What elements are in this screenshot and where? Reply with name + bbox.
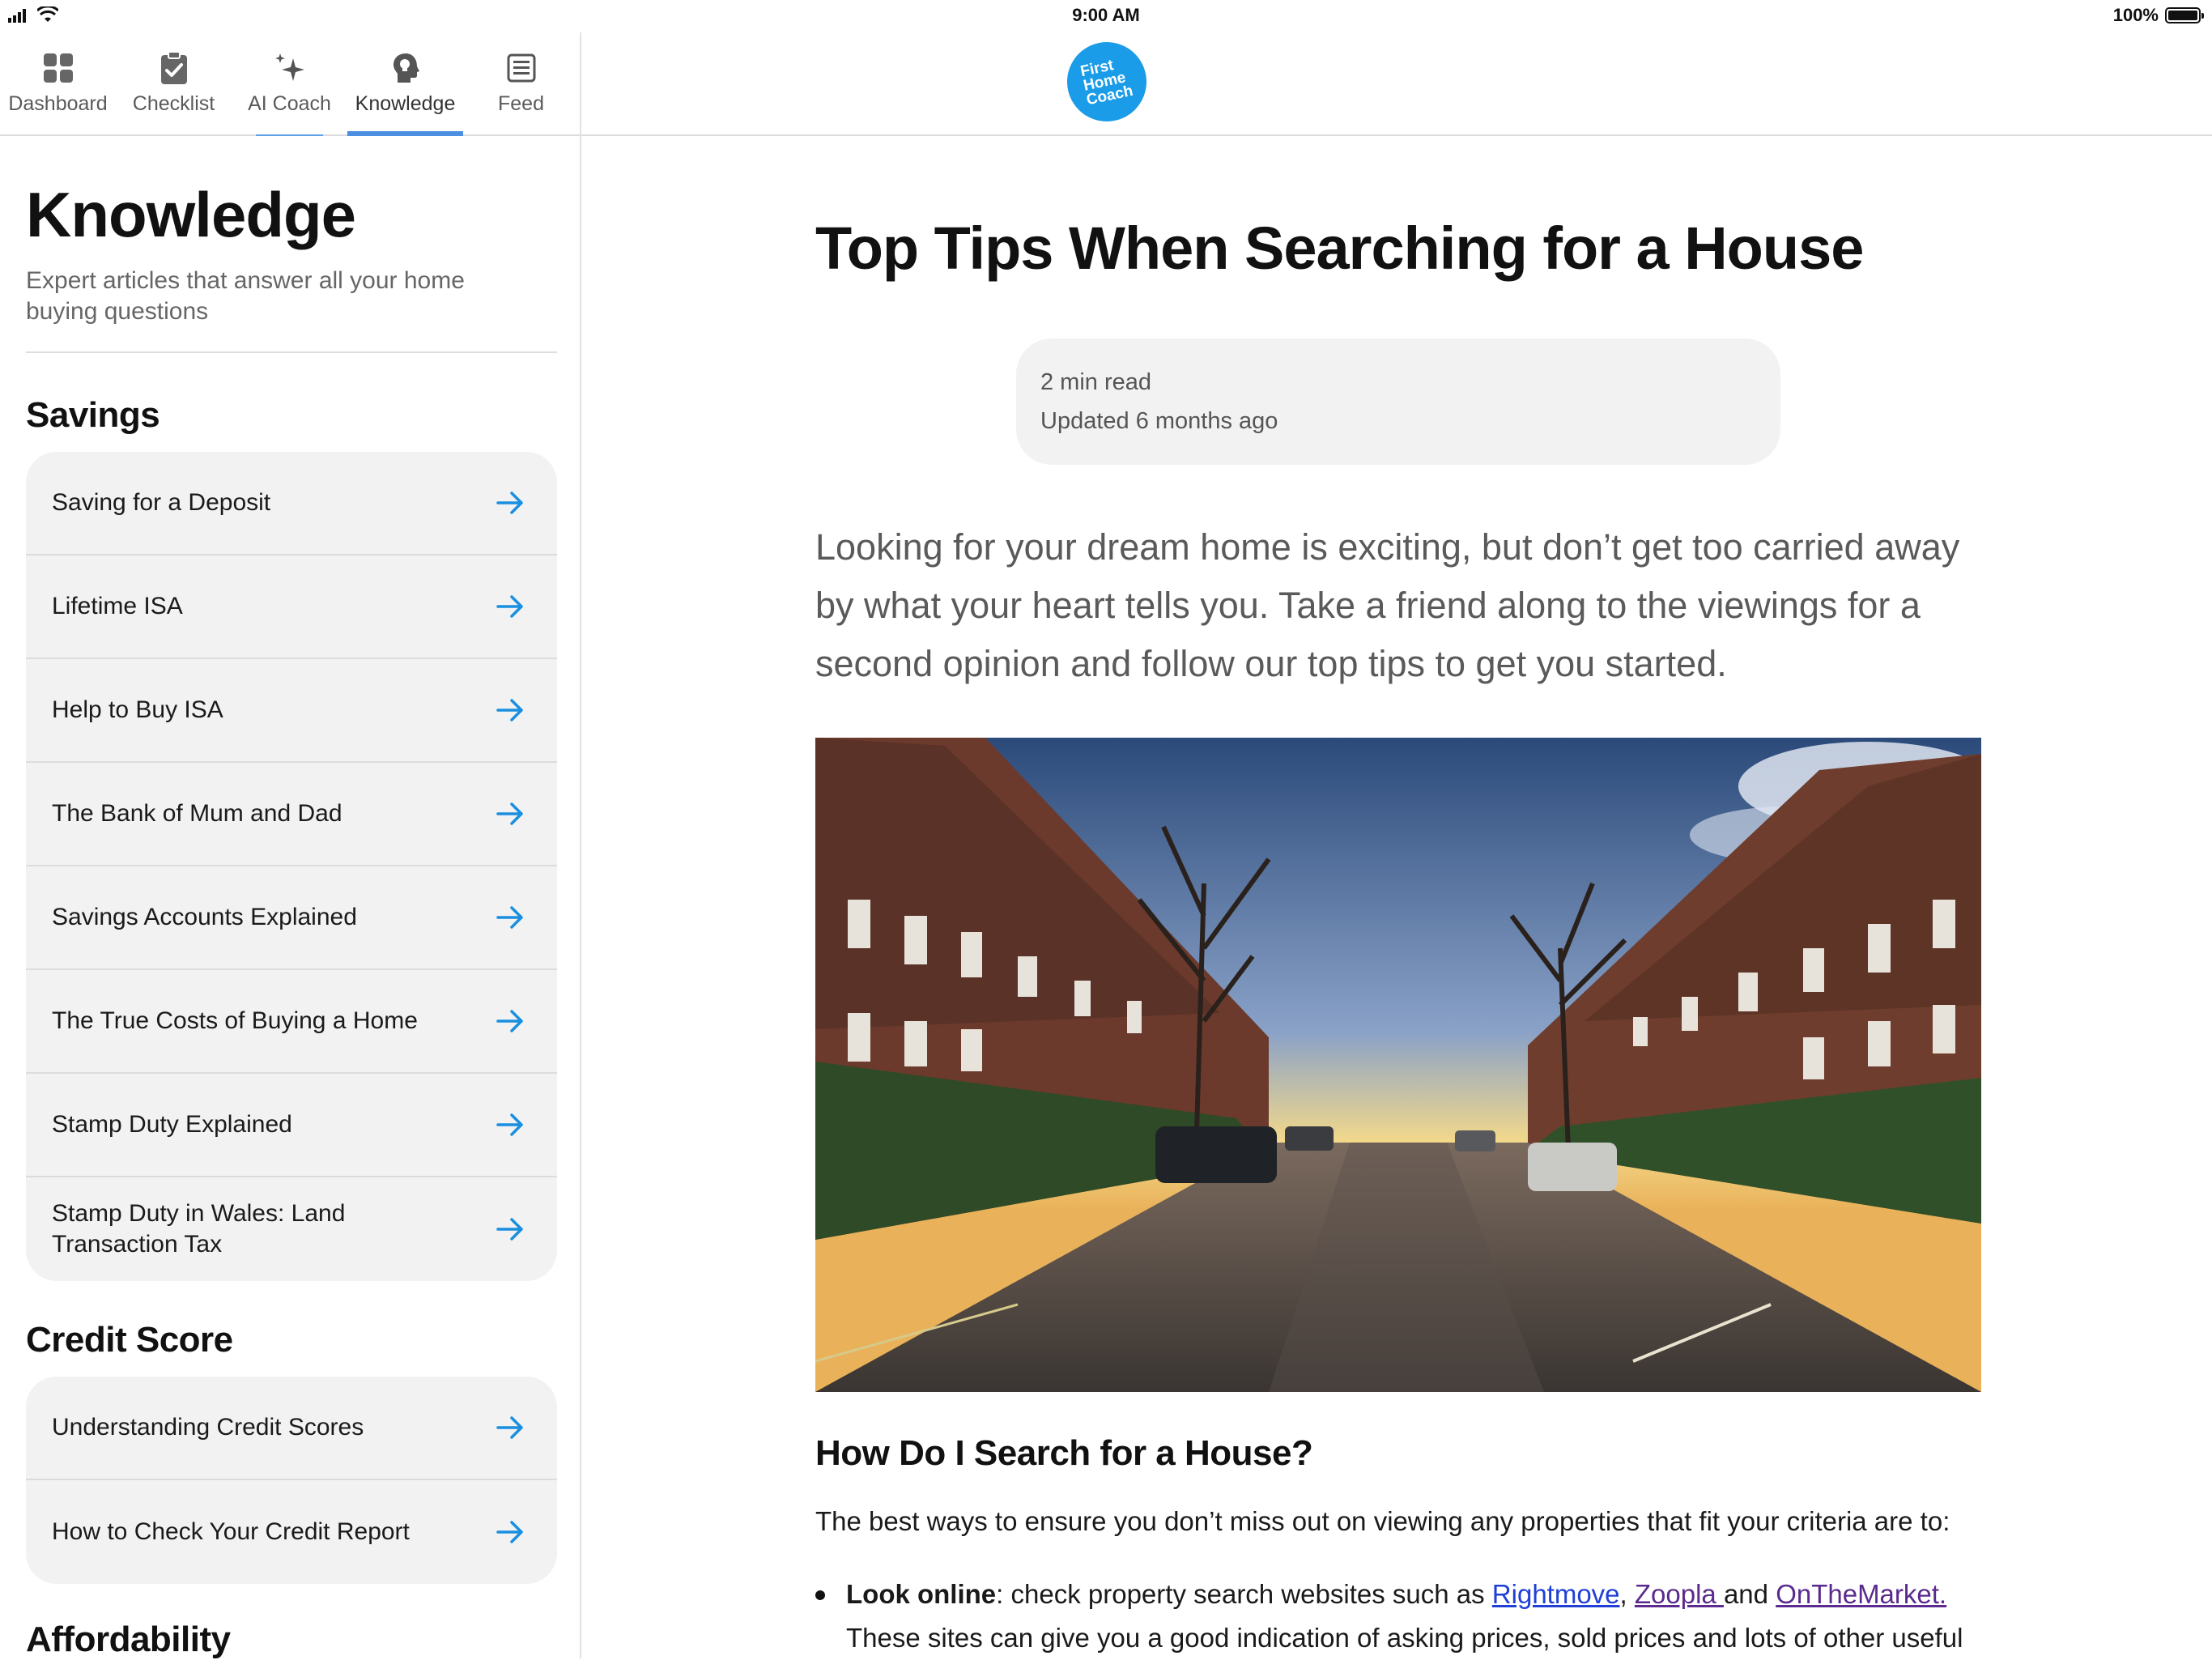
article-item-label: How to Check Your Credit Report (52, 1518, 410, 1545)
rightmove-link[interactable]: Rightmove (1492, 1579, 1620, 1609)
sparkle-icon (274, 53, 304, 81)
first-home-coach-logo: First Home Coach (1059, 34, 1155, 130)
article-item-label: Stamp Duty Explained (52, 1111, 292, 1138)
tab-label: Knowledge (355, 92, 456, 115)
bullet-text-part: and (1723, 1579, 1776, 1609)
arrow-right-icon (496, 595, 523, 618)
article-item[interactable]: Stamp Duty Explained (26, 1074, 557, 1177)
tab-feed[interactable]: Feed (463, 32, 579, 134)
street-houses-image (815, 738, 1981, 1392)
bullet-text: Look online: check property search websi… (846, 1573, 1981, 1660)
article-item-label: Lifetime ISA (52, 593, 183, 619)
zoopla-link[interactable]: Zoopla (1635, 1579, 1724, 1609)
tab-label: Checklist (132, 92, 215, 115)
read-time: 2 min read (1040, 369, 1152, 395)
arrow-right-icon (496, 802, 523, 825)
article-item-label: Savings Accounts Explained (52, 904, 357, 930)
arrow-right-icon (496, 699, 523, 721)
arrow-right-icon (496, 906, 523, 929)
arrow-right-icon (496, 1218, 523, 1241)
article-intro: Looking for your dream home is exciting,… (815, 526, 1960, 684)
tab-checklist[interactable]: Checklist (116, 32, 232, 134)
clipboard-check-icon (160, 51, 187, 84)
section-heading: How Do I Search for a House? (815, 1433, 1313, 1473)
bullet-text-part: These sites can give you a good indicati… (846, 1623, 1963, 1653)
credit-score-article-list: Understanding Credit Scores How to Check… (26, 1377, 557, 1584)
article-item[interactable]: Saving for a Deposit (26, 452, 557, 555)
article-header-bar: First Home Coach (581, 32, 2212, 136)
arrow-right-icon (496, 1113, 523, 1136)
tab-dashboard[interactable]: Dashboard (0, 32, 116, 134)
bullet-text-part: : check property search websites such as (996, 1579, 1492, 1609)
status-time: 9:00 AM (1072, 5, 1140, 25)
article-item[interactable]: Lifetime ISA (26, 555, 557, 659)
grid-icon (43, 53, 73, 83)
battery-indicator: 100% (2112, 5, 2204, 26)
bullet-dot (815, 1590, 825, 1600)
knowledge-sidebar[interactable]: Dashboard Checklist AI Coach Knowledge F… (0, 32, 581, 1658)
onthemarket-link[interactable]: OnTheMarket. (1776, 1579, 1946, 1609)
article-item[interactable]: Stamp Duty in Wales: Land Transaction Ta… (26, 1177, 557, 1281)
bullet-item: Look online: check property search websi… (815, 1573, 1981, 1660)
status-bar: 9:00 AM 100% (0, 0, 2212, 32)
section-heading-savings: Savings (26, 395, 160, 435)
page-subtitle: Expert articles that answer all your hom… (26, 267, 465, 325)
divider (26, 351, 557, 353)
article-item-label: Help to Buy ISA (52, 696, 223, 723)
article-item[interactable]: Savings Accounts Explained (26, 866, 557, 970)
tab-ai-coach[interactable]: AI Coach (232, 32, 347, 136)
article-item-label: Understanding Credit Scores (52, 1414, 364, 1441)
tab-bar: Dashboard Checklist AI Coach Knowledge F… (0, 32, 580, 136)
arrow-right-icon (496, 1416, 523, 1439)
bullet-bold-label: Look online (846, 1579, 997, 1609)
article-item[interactable]: Understanding Credit Scores (26, 1377, 557, 1480)
article-detail-pane: First Home Coach Top Tips When Searching… (581, 32, 2212, 1658)
article-paragraph: The best ways to ensure you don’t miss o… (815, 1506, 1950, 1536)
article-item-label: The Bank of Mum and Dad (52, 800, 342, 827)
arrow-right-icon (496, 1010, 523, 1032)
article-item[interactable]: The Bank of Mum and Dad (26, 763, 557, 866)
battery-icon (2165, 7, 2204, 23)
article-item-label: Saving for a Deposit (52, 489, 271, 516)
section-heading-credit-score: Credit Score (26, 1320, 233, 1360)
article-meta-box: 2 min read Updated 6 months ago (1016, 338, 1780, 465)
section-heading-affordability: Affordability (26, 1620, 231, 1658)
arrow-right-icon (496, 492, 523, 514)
arrow-right-icon (496, 1521, 523, 1543)
bullet-separator: , (1619, 1579, 1635, 1609)
tab-label: AI Coach (248, 92, 331, 115)
news-icon (507, 53, 535, 83)
article-title: Top Tips When Searching for a House (815, 215, 1864, 282)
tab-knowledge[interactable]: Knowledge (347, 32, 463, 136)
tab-label: Feed (498, 92, 544, 115)
article-item[interactable]: Help to Buy ISA (26, 659, 557, 763)
page-title: Knowledge (26, 179, 356, 250)
updated-time: Updated 6 months ago (1040, 408, 1278, 434)
article-item[interactable]: How to Check Your Credit Report (26, 1480, 557, 1584)
article-item-label: Stamp Duty in Wales: Land Transaction Ta… (52, 1200, 346, 1258)
battery-percent: 100% (2112, 5, 2159, 25)
head-bulb-icon (393, 53, 419, 83)
savings-article-list: Saving for a Deposit Lifetime ISA Help t… (26, 452, 557, 1281)
tab-label: Dashboard (8, 92, 108, 115)
article-item[interactable]: The True Costs of Buying a Home (26, 970, 557, 1074)
article-item-label: The True Costs of Buying a Home (52, 1007, 418, 1034)
